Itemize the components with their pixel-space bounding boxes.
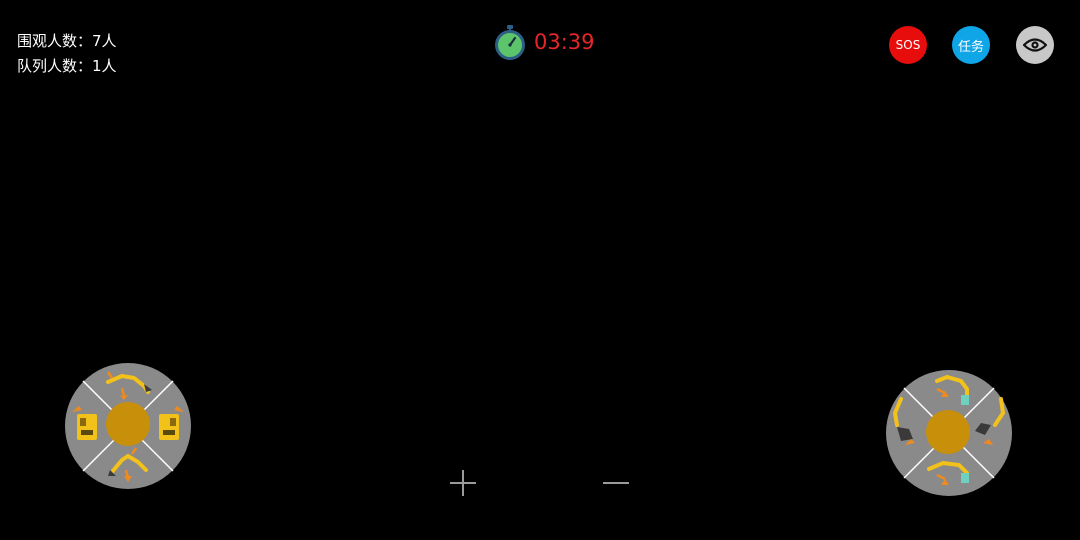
plus-icon — [450, 470, 476, 496]
task-button[interactable]: 任务 — [952, 26, 990, 64]
game-screen: 围观人数：7人 队列人数：1人 03:39 SOS 任务 — [0, 0, 1080, 540]
right-joystick[interactable] — [885, 369, 1013, 497]
eye-icon — [1023, 38, 1047, 52]
queue-count: 队列人数：1人 — [17, 57, 117, 75]
stopwatch-icon — [495, 25, 525, 60]
zoom-in-button[interactable] — [448, 468, 478, 498]
spectator-count: 围观人数：7人 — [17, 32, 117, 50]
stats-panel: 围观人数：7人 队列人数：1人 — [17, 29, 117, 79]
right-joystick-knob[interactable] — [926, 410, 970, 454]
view-toggle-button[interactable] — [1016, 26, 1054, 64]
timer-value: 03:39 — [534, 30, 595, 54]
left-joystick-knob[interactable] — [106, 402, 150, 446]
countdown-timer: 03:39 — [493, 25, 603, 61]
left-joystick[interactable] — [64, 362, 192, 490]
sos-button[interactable]: SOS — [889, 26, 927, 64]
zoom-out-button[interactable] — [601, 468, 631, 498]
